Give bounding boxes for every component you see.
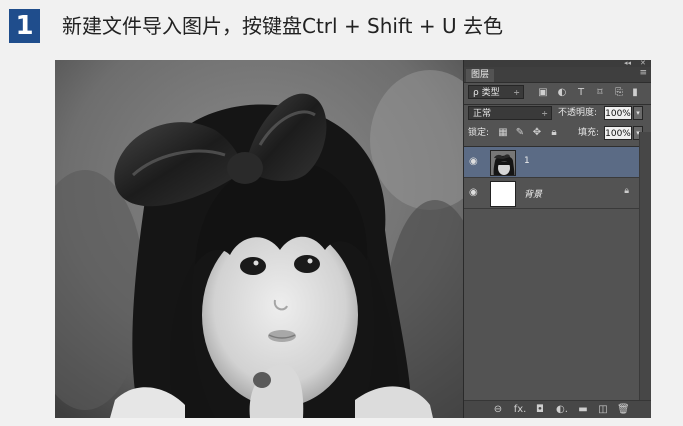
filter-type-label: ρ 类型 — [473, 88, 500, 98]
tab-bar: 图层 ≡ — [464, 67, 651, 83]
close-icon[interactable]: ✕ — [640, 59, 646, 67]
layer-name[interactable]: 1 — [524, 156, 530, 166]
shape-filter-icon[interactable]: ⌑ — [594, 87, 606, 99]
mask-icon[interactable]: ◘ — [534, 404, 546, 416]
layer-row-1[interactable]: ◉ 1 — [464, 147, 639, 178]
panel-topbar: ◂◂ ✕ — [464, 59, 651, 67]
blend-mode-select[interactable]: 正常 ÷ — [468, 106, 552, 120]
lock-paint-icon[interactable]: ✎ — [514, 127, 526, 139]
filter-type-select[interactable]: ρ 类型 ÷ — [468, 85, 524, 99]
filter-row: ρ 类型 ÷ ▣ ◐ T ⌑ ⎘ ▮ — [464, 84, 651, 102]
lock-transparent-icon[interactable]: ▦ — [497, 127, 509, 139]
link-icon[interactable]: ⊖ — [492, 404, 504, 416]
adjustment-filter-icon[interactable]: ◐ — [556, 87, 568, 99]
lock-position-icon[interactable]: ✥ — [531, 127, 543, 139]
opacity-label: 不透明度: — [558, 108, 598, 118]
lock-row: 锁定: ▦ ✎ ✥ 🔒︎ 填充: 100% ▾ — [464, 126, 651, 144]
layers-panel: ◂◂ ✕ 图层 ≡ ρ 类型 ÷ ▣ ◐ T ⌑ ⎘ ▮ 正常 ÷ 不透明度: … — [463, 59, 651, 418]
fill-input[interactable]: 100% — [604, 126, 632, 140]
text-filter-icon[interactable]: T — [575, 87, 587, 99]
fill-label: 填充: — [578, 128, 600, 138]
eye-icon[interactable]: ◉ — [469, 156, 478, 167]
new-layer-icon[interactable]: ◫ — [597, 404, 609, 416]
step-number-badge: 1 — [9, 9, 40, 43]
folder-icon[interactable]: ▬ — [577, 404, 589, 416]
step-title: 新建文件导入图片，按键盘Ctrl + Shift + U 去色 — [62, 14, 503, 38]
layer-name[interactable]: 背景 — [524, 187, 542, 200]
layers-scrollbar[interactable] — [639, 132, 651, 400]
trash-icon[interactable]: 🗑 — [617, 404, 630, 416]
layers-bottom-toolbar: ⊖ fx. ◘ ◐. ▬ ◫ 🗑 — [464, 400, 651, 418]
grayscale-photo — [55, 60, 463, 418]
select-arrow-icon: ÷ — [513, 88, 520, 97]
blend-row: 正常 ÷ 不透明度: 100% ▾ — [464, 106, 651, 124]
opacity-input[interactable]: 100% — [604, 106, 632, 120]
collapse-icon[interactable]: ◂◂ — [624, 59, 631, 67]
filter-toggle-icon[interactable]: ▮ — [631, 87, 639, 99]
layer-row-background[interactable]: ◉ 背景 🔒︎ — [464, 178, 639, 209]
lock-all-icon[interactable]: 🔒︎ — [548, 127, 560, 139]
fx-icon[interactable]: fx. — [512, 404, 528, 416]
opacity-stepper-icon[interactable]: ▾ — [633, 106, 643, 120]
select-arrow-icon: ÷ — [541, 109, 548, 118]
layer-thumbnail — [490, 150, 516, 176]
eye-icon[interactable]: ◉ — [469, 187, 478, 198]
lock-label: 锁定: — [468, 128, 490, 138]
lock-icon[interactable]: 🔒︎ — [624, 186, 629, 196]
blend-mode-label: 正常 — [473, 109, 492, 119]
smart-object-filter-icon[interactable]: ⎘ — [613, 87, 625, 99]
image-filter-icon[interactable]: ▣ — [537, 87, 549, 99]
layer-thumbnail — [490, 181, 516, 207]
panel-menu-icon[interactable]: ≡ — [639, 68, 647, 78]
divider — [464, 104, 651, 105]
adjustment-icon[interactable]: ◐. — [554, 404, 570, 416]
tab-layers[interactable]: 图层 — [466, 69, 495, 82]
